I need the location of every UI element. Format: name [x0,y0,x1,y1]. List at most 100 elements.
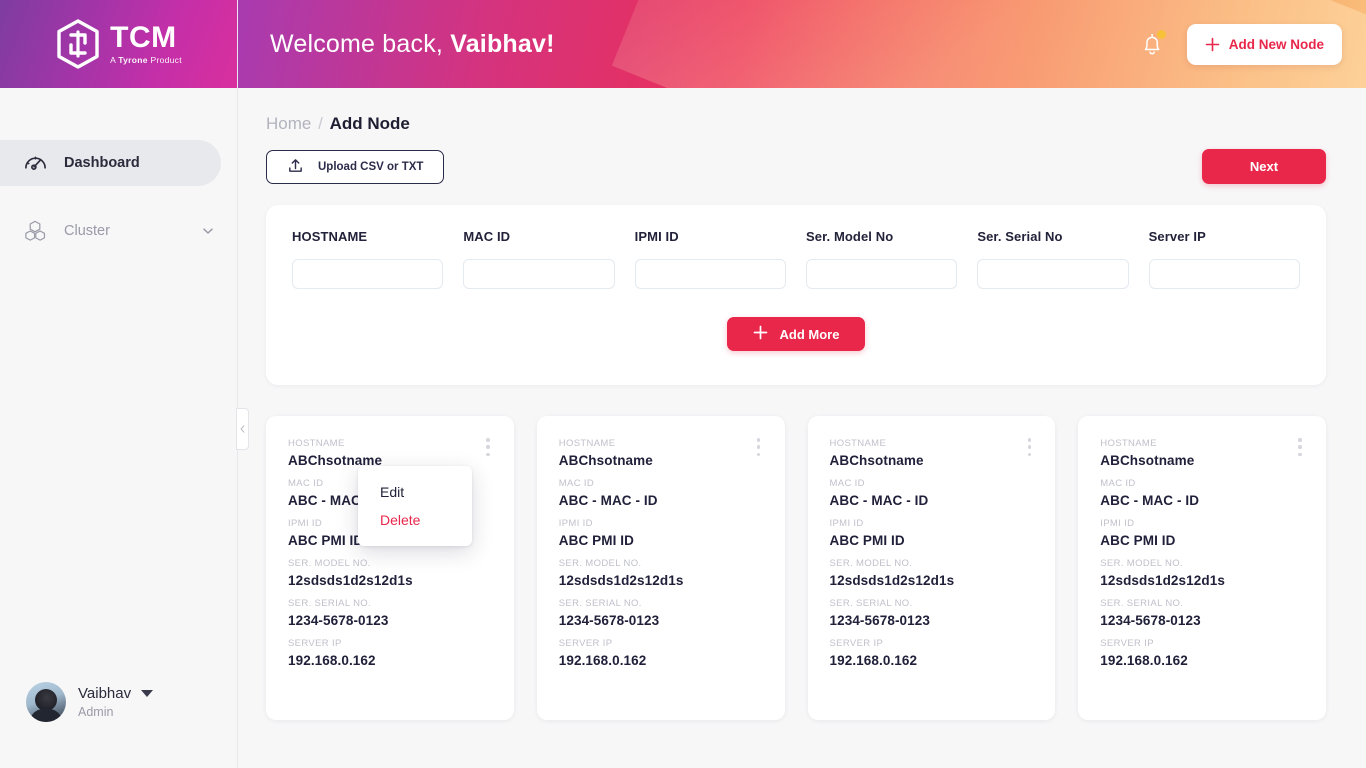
card-field: HOSTNAME ABChsotname [1100,438,1304,468]
card-value: 192.168.0.162 [288,653,376,668]
card-field: MAC ID ABC - MAC - ID [559,478,763,508]
server-ip-input[interactable] [1148,259,1300,289]
kebab-menu-icon[interactable] [751,438,767,456]
add-new-node-label: Add New Node [1228,36,1324,52]
card-value: 192.168.0.162 [558,653,647,668]
card-field: IPMI ID ABC PMI ID [830,518,1034,548]
card-value: 12sdsds1d2s12d1s [558,573,684,588]
card-key: MAC ID [829,478,865,489]
card-key: SER. SERIAL NO. [558,598,642,609]
card-key: SER. MODEL NO. [829,558,913,569]
gauge-icon [22,150,48,176]
card-value: 1234-5678-0123 [829,613,930,628]
profile-name: Vaibhav [78,685,132,702]
card-value: ABC PMI ID [1100,533,1176,548]
sidebar-collapse-handle[interactable] [236,408,249,450]
upload-csv-label: Upload CSV or TXT [318,160,424,173]
card-key: SER. SERIAL NO. [1100,598,1184,609]
card-key: IPMI ID [829,518,864,529]
card-field: MAC ID ABC - MAC - ID [830,478,1034,508]
card-field: IPMI ID ABC PMI ID [1100,518,1304,548]
form-column-hostname: HOSTNAME [292,229,444,289]
card-field: HOSTNAME ABChsotname [830,438,1034,468]
card-value: 1234-5678-0123 [558,613,660,628]
next-button[interactable]: Next [1202,149,1326,184]
card-key: HOSTNAME [558,438,616,449]
ser-model-no-input[interactable] [805,259,958,289]
node-card[interactable]: HOSTNAME ABChsotname MAC ID ABC - MAC - … [536,416,785,720]
profile-role: Admin [78,705,114,719]
add-new-node-button[interactable]: Add New Node [1186,23,1342,65]
card-key: SER. SERIAL NO. [288,598,372,609]
kebab-menu-icon[interactable] [1021,438,1037,456]
upload-csv-button[interactable]: Upload CSV or TXT [266,149,445,184]
kebab-menu-icon[interactable] [480,438,496,456]
card-value: 192.168.0.162 [829,653,918,668]
card-value: 192.168.0.162 [1100,653,1188,668]
card-key: SER. MODEL NO. [558,558,642,569]
card-key: SER. MODEL NO. [1100,558,1183,569]
card-value: 1234-5678-0123 [288,613,389,628]
node-card[interactable]: HOSTNAME ABChsotname MAC ID ABC - MAC - … [1078,416,1326,720]
breadcrumb-separator: / [318,114,323,133]
card-context-menu: Edit Delete [358,466,472,546]
card-field: SER. MODEL NO. 12sdsds1d2s12d1s [1100,558,1304,588]
card-field: SER. MODEL NO. 12sdsds1d2s12d1s [830,558,1034,588]
context-menu-item-edit[interactable]: Edit [358,478,472,506]
form-column-server-ip: Server IP [1148,229,1300,289]
card-field: SER. MODEL NO. 12sdsds1d2s12d1s [559,558,763,588]
card-value: 12sdsds1d2s12d1s [829,573,955,588]
node-card[interactable]: HOSTNAME ABChsotname MAC ID ABC - MAC - … [266,416,514,720]
sidebar-item-cluster[interactable]: Cluster [0,208,221,254]
plus-icon [1205,37,1220,52]
upload-icon [287,157,304,177]
page-content: Home / Add Node Upload CSV or TXT Next H… [238,88,1366,768]
sidebar-item-label: Dashboard [64,155,140,171]
card-field: SER. SERIAL NO. 1234-5678-0123 [830,598,1034,628]
add-node-form-panel: HOSTNAME MAC ID IPMI ID Ser. Model No Se… [266,205,1326,385]
card-value: ABC - MAC - ID [558,493,658,508]
form-grid: HOSTNAME MAC ID IPMI ID Ser. Model No Se… [292,229,1300,289]
user-profile[interactable]: Vaibhav Admin [0,682,237,768]
avatar [26,682,66,722]
ipmi-id-input[interactable] [634,259,786,289]
kebab-menu-icon[interactable] [1292,438,1308,456]
card-field: SERVER IP 192.168.0.162 [830,638,1034,668]
chevron-down-icon[interactable] [201,224,215,238]
breadcrumb: Home / Add Node [266,114,1326,134]
context-menu-item-delete[interactable]: Delete [358,506,472,534]
card-key: SERVER IP [829,638,884,649]
card-value: 12sdsds1d2s12d1s [1100,573,1225,588]
form-column-ipmi-id: IPMI ID [634,229,786,289]
card-value: 12sdsds1d2s12d1s [288,573,413,588]
mac-id-input[interactable] [463,259,615,289]
bell-icon[interactable] [1139,30,1166,58]
card-key: SERVER IP [558,638,613,649]
caret-down-icon[interactable] [141,690,154,697]
card-field: SER. MODEL NO. 12sdsds1d2s12d1s [288,558,492,588]
card-value: ABChsotname [829,453,924,468]
breadcrumb-home[interactable]: Home [266,114,311,133]
hostname-input[interactable] [292,259,444,289]
add-more-wrapper: Add More [292,317,1300,351]
brand-title: TCM [110,21,177,55]
card-key: SER. MODEL NO. [288,558,371,569]
sidebar: TCM A Tyrone Product Dashboard Cluster V… [0,0,249,768]
sidebar-nav: Dashboard Cluster [0,88,237,682]
card-key: HOSTNAME [829,438,887,449]
ser-serial-no-input[interactable] [977,259,1129,289]
welcome-message: Welcome back, Vaibhav! [270,30,555,59]
card-key: SERVER IP [288,638,342,649]
sidebar-item-dashboard[interactable]: Dashboard [0,140,221,186]
card-value: ABC - MAC - ID [829,493,929,508]
header-actions: Add New Node [1139,23,1342,65]
form-label-hostname: HOSTNAME [292,229,368,244]
add-more-button[interactable]: Add More [726,317,866,351]
card-value: ABC PMI ID [829,533,905,548]
card-key: HOSTNAME [288,438,345,449]
brand-logo[interactable]: TCM A Tyrone Product [0,0,237,88]
card-key: HOSTNAME [1100,438,1157,449]
node-card[interactable]: HOSTNAME ABChsotname MAC ID ABC - MAC - … [807,416,1056,720]
form-label-ser-model-no: Ser. Model No [805,229,894,244]
